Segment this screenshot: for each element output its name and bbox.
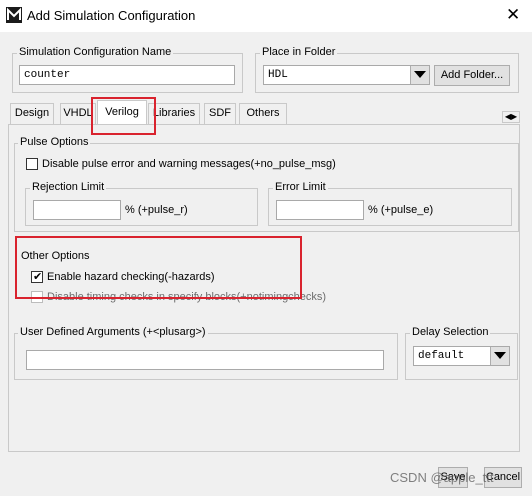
tab-sdf[interactable]: SDF [204, 103, 236, 124]
chevron-down-icon [414, 71, 426, 78]
folder-select[interactable]: HDL [263, 65, 430, 85]
modelsim-logo-icon [6, 7, 22, 23]
pulse-options-label: Pulse Options [18, 136, 91, 149]
user-args-input[interactable] [26, 350, 384, 370]
disable-pulse-label: Disable pulse error and warning messages… [42, 158, 336, 170]
tab-others[interactable]: Others [239, 103, 287, 124]
error-limit-input[interactable] [276, 200, 364, 220]
tab-design[interactable]: Design [10, 103, 54, 124]
delay-select-value: default [418, 350, 465, 362]
rejection-limit-label: Rejection Limit [30, 181, 107, 194]
folder-dropdown-button[interactable] [410, 66, 429, 84]
error-limit-suffix: % (+pulse_e) [368, 204, 434, 216]
window-title: Add Simulation Configuration [27, 8, 196, 23]
delay-dropdown-button[interactable] [490, 347, 509, 365]
config-name-label: Simulation Configuration Name [17, 46, 174, 59]
rejection-limit-suffix: % (+pulse_r) [125, 204, 188, 216]
watermark: CSDN @apple_ttt [390, 470, 494, 485]
verilog-tab-highlight [91, 97, 156, 135]
folder-select-value: HDL [268, 69, 288, 81]
close-icon[interactable]: ✕ [506, 5, 520, 25]
config-name-input[interactable]: counter [19, 65, 235, 85]
add-folder-button[interactable]: Add Folder... [434, 65, 510, 86]
delay-select[interactable]: default [413, 346, 510, 366]
user-args-label: User Defined Arguments (+<plusarg>) [18, 326, 208, 339]
rejection-limit-input[interactable] [33, 200, 121, 220]
error-limit-label: Error Limit [273, 181, 328, 194]
other-options-highlight [15, 236, 302, 299]
chevron-down-icon [494, 352, 506, 359]
place-folder-label: Place in Folder [260, 46, 338, 59]
delay-selection-label: Delay Selection [410, 326, 491, 339]
disable-pulse-checkbox[interactable] [26, 158, 38, 170]
tab-scroll-arrows-icon[interactable]: ◀▶ [502, 111, 520, 123]
